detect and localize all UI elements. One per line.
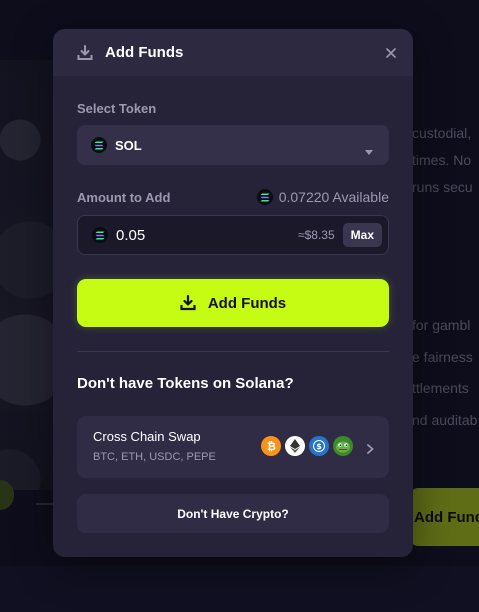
available-balance: 0.07220 Available xyxy=(256,189,389,205)
available-value: 0.07220 Available xyxy=(278,189,389,205)
cross-chain-swap-title: Cross Chain Swap xyxy=(93,429,201,444)
no-tokens-heading: Don't have Tokens on Solana? xyxy=(77,375,294,392)
add-funds-button-label: Add Funds xyxy=(207,294,287,312)
selected-token-name: SOL xyxy=(115,137,142,153)
caret-down-icon xyxy=(365,142,373,160)
svg-text:$: $ xyxy=(316,442,322,451)
eth-icon xyxy=(285,436,305,456)
add-funds-button[interactable]: Add Funds xyxy=(77,279,389,327)
coin-icons: ₿ $ xyxy=(261,436,353,456)
download-icon xyxy=(77,44,93,61)
divider xyxy=(77,351,389,352)
max-button[interactable]: Max xyxy=(342,223,382,247)
pepe-icon xyxy=(333,436,353,456)
no-crypto-button[interactable]: Don't Have Crypto? xyxy=(77,494,389,533)
sol-icon xyxy=(91,137,107,153)
sol-icon xyxy=(92,227,108,243)
cross-chain-swap-card[interactable]: Cross Chain Swap BTC, ETH, USDC, PEPE ₿ … xyxy=(77,416,389,478)
usdc-icon: $ xyxy=(309,436,329,456)
sol-icon xyxy=(256,189,273,205)
amount-field: ≈$8.35 Max xyxy=(77,215,389,255)
svg-text:₿: ₿ xyxy=(267,440,276,452)
btc-icon: ₿ xyxy=(261,436,281,456)
amount-label: Amount to Add xyxy=(77,190,171,205)
select-token-label: Select Token xyxy=(77,101,157,116)
amount-input[interactable] xyxy=(116,226,266,244)
close-icon[interactable] xyxy=(382,44,400,62)
token-select[interactable]: SOL xyxy=(77,125,389,165)
chevron-right-icon xyxy=(367,441,374,459)
usd-estimate: ≈$8.35 xyxy=(298,228,335,242)
modal-header: Add Funds xyxy=(53,29,413,76)
add-funds-modal: Add Funds Select Token SOL Amount to Add xyxy=(53,29,413,557)
download-icon xyxy=(180,295,196,311)
cross-chain-swap-subtitle: BTC, ETH, USDC, PEPE xyxy=(93,451,216,463)
modal-title: Add Funds xyxy=(105,44,184,61)
